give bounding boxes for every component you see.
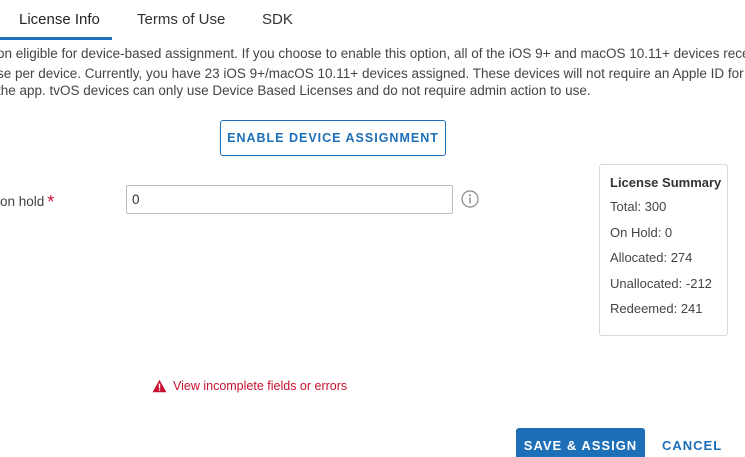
- tab-license-info[interactable]: License Info: [19, 11, 100, 28]
- summary-unallocated: Unallocated: -212: [610, 275, 712, 291]
- summary-redeemed: Redeemed: 241: [610, 301, 703, 316]
- tab-sdk[interactable]: SDK: [262, 11, 293, 28]
- summary-total: Total: 300: [610, 199, 667, 214]
- on-hold-label-text: on hold: [0, 194, 45, 209]
- tab-bar: License Info Terms of Use SDK: [0, 0, 745, 40]
- license-summary-panel: License Summary Total: 300 On Hold: 0 Al…: [599, 164, 728, 336]
- save-and-assign-button[interactable]: SAVE & ASSIGN: [516, 428, 645, 457]
- warning-triangle-icon: [152, 379, 167, 393]
- tab-terms-of-use[interactable]: Terms of Use: [137, 11, 225, 28]
- description-line-3: the app. tvOS devices can only use Devic…: [0, 83, 591, 98]
- on-hold-input[interactable]: [126, 185, 453, 214]
- summary-allocated: Allocated: 274: [610, 250, 693, 265]
- summary-on-hold: On Hold: 0: [610, 224, 673, 240]
- on-hold-label: on hold *: [0, 190, 55, 212]
- error-link[interactable]: View incomplete fields or errors: [152, 377, 347, 395]
- device-assignment-description: on eligible for device-based assignment.…: [0, 42, 745, 102]
- description-line-2: se per device. Currently, you have 23 iO…: [0, 66, 744, 81]
- enable-device-assignment-button[interactable]: ENABLE DEVICE ASSIGNMENT: [220, 120, 446, 156]
- info-circle-icon[interactable]: [461, 190, 479, 208]
- active-tab-indicator: [0, 37, 112, 40]
- license-summary-title: License Summary: [610, 175, 722, 190]
- cancel-button[interactable]: CANCEL: [662, 438, 722, 453]
- required-marker: *: [47, 192, 55, 212]
- description-line-1: on eligible for device-based assignment.…: [0, 46, 745, 61]
- error-message-text: View incomplete fields or errors: [173, 379, 348, 393]
